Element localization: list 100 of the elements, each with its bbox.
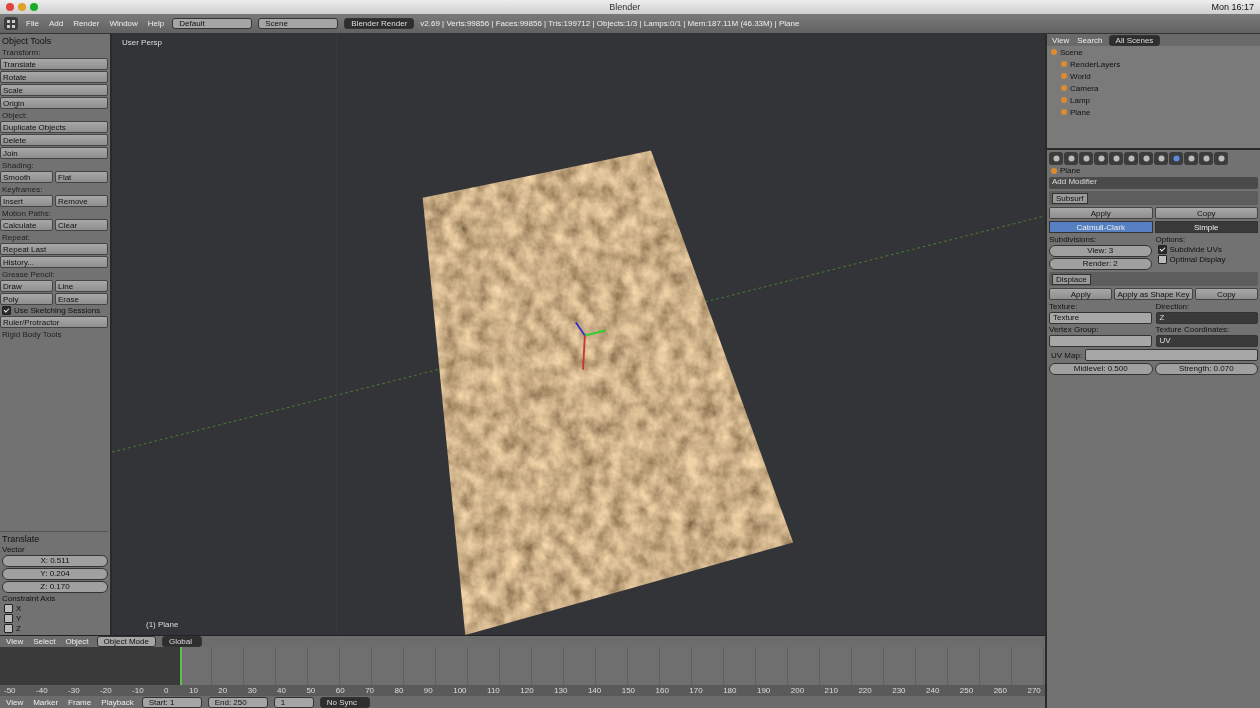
number-field[interactable]: Render: 2	[1049, 258, 1152, 270]
section-label: Repeat:	[1, 233, 32, 242]
tool-button[interactable]: Erase	[55, 293, 108, 305]
tool-button[interactable]: Flat	[55, 171, 108, 183]
subdivision-type-tab[interactable]: Catmull-Clark	[1049, 221, 1153, 233]
panel-title: Object Tools	[1, 36, 53, 46]
field-label: Vertex Group:	[1049, 325, 1100, 334]
section-label: Grease Pencil:	[1, 270, 56, 279]
field-label: Vector	[2, 545, 26, 554]
frame-number: 210	[824, 686, 838, 695]
menu-item[interactable]: File	[24, 19, 41, 28]
menu-item[interactable]: Marker	[31, 697, 61, 707]
frame-number: 160	[655, 686, 669, 695]
menu-item[interactable]: Search	[1075, 35, 1105, 45]
frame-number: 100	[453, 686, 467, 695]
menu-item[interactable]: View	[4, 637, 26, 646]
modifier-name-field[interactable]: Displace	[1052, 273, 1091, 285]
menu-item[interactable]: Add	[46, 19, 66, 28]
frame-number: -10	[132, 686, 144, 695]
frame-number: 20	[218, 686, 228, 695]
tool-button[interactable]: Clear	[55, 219, 108, 231]
operator-title: Translate	[2, 534, 41, 544]
end-frame-field[interactable]: End: 250	[207, 696, 268, 708]
tool-button[interactable]: Repeat Last	[0, 243, 108, 255]
number-field[interactable]: View: 3	[1049, 245, 1152, 257]
start-frame-field[interactable]: Start: 1	[141, 696, 202, 708]
modifier-button[interactable]: Apply as Shape Key	[1114, 288, 1193, 300]
tool-button[interactable]: History...	[0, 256, 108, 268]
tool-button[interactable]: Origin	[0, 97, 108, 109]
menu-item[interactable]: Playback	[99, 697, 136, 707]
frame-number: 120	[520, 686, 534, 695]
number-field[interactable]: X: 0.511	[2, 555, 108, 567]
tool-button[interactable]: Delete	[0, 134, 108, 146]
view-name: User Persp	[122, 38, 162, 47]
tool-button[interactable]: Draw	[0, 280, 53, 292]
tool-button[interactable]: Insert	[0, 195, 53, 207]
number-field[interactable]: Strength: 0.070	[1154, 363, 1258, 375]
frame-number: 70	[365, 686, 375, 695]
outliner-item[interactable]: Camera	[1070, 83, 1099, 93]
layout-dropdown[interactable]: Default	[172, 18, 253, 29]
frame-number: 0	[164, 686, 169, 695]
tool-button[interactable]: Calculate	[0, 219, 53, 231]
copy-button[interactable]: Copy	[1154, 207, 1258, 219]
tool-button[interactable]: Scale	[0, 84, 108, 96]
menu-item[interactable]: Render	[71, 19, 102, 28]
outliner-item[interactable]: Lamp	[1070, 95, 1090, 105]
menu-item[interactable]: Window	[107, 19, 140, 28]
tool-button[interactable]: Translate	[0, 58, 108, 70]
checkbox-label: Z	[16, 624, 21, 633]
menu-item[interactable]: Frame	[66, 697, 94, 707]
sync-dropdown[interactable]: No Sync	[319, 696, 370, 708]
menu-item[interactable]: Object	[63, 637, 91, 646]
current-frame-field[interactable]: 1	[273, 696, 314, 708]
field-label: Subdivisions:	[1049, 235, 1098, 244]
modifier-button[interactable]: Apply	[1049, 288, 1113, 300]
frame-number: 10	[189, 686, 198, 695]
display-mode-dropdown[interactable]: All Scenes	[1108, 34, 1161, 46]
number-field[interactable]: Y: 0.204	[2, 568, 108, 580]
modifier-button[interactable]: Copy	[1194, 288, 1258, 300]
frame-number: 220	[858, 686, 872, 695]
tool-button[interactable]: Line	[55, 280, 108, 292]
menu-item[interactable]: View	[4, 697, 26, 707]
texture-field[interactable]: Texture	[1049, 312, 1152, 324]
object-name: (1) Plane	[146, 620, 179, 629]
coordinates-dropdown[interactable]: UV	[1155, 335, 1258, 347]
tool-button[interactable]: Remove	[55, 195, 108, 207]
render-engine-dropdown[interactable]: Blender Render	[344, 18, 415, 29]
menu-item[interactable]: Select	[31, 637, 58, 646]
outliner-item[interactable]: RenderLayers	[1070, 59, 1121, 69]
menu-item[interactable]: Help	[145, 19, 167, 28]
frame-number: 230	[892, 686, 906, 695]
frame-number: 80	[394, 686, 404, 695]
tool-button[interactable]: Poly	[0, 293, 53, 305]
number-field[interactable]: Z: 0.170	[2, 581, 108, 593]
apply-button[interactable]: Apply	[1049, 207, 1153, 219]
tool-button[interactable]: Smooth	[0, 171, 53, 183]
frame-number: 30	[247, 686, 257, 695]
outliner-item[interactable]: World	[1070, 71, 1091, 81]
field-label: Direction:	[1155, 302, 1191, 311]
number-field[interactable]: Midlevel: 0.500	[1049, 363, 1153, 375]
subdivision-type-tab[interactable]: Simple	[1154, 221, 1258, 233]
tool-button[interactable]: Duplicate Objects	[0, 121, 108, 133]
outliner-item[interactable]: Plane	[1070, 107, 1091, 117]
tool-button[interactable]: Rotate	[0, 71, 108, 83]
menu-item[interactable]: View	[1050, 35, 1072, 45]
checkbox-label: Optimal Display	[1169, 255, 1226, 264]
frame-number: 200	[790, 686, 805, 695]
collapsed-panel-header[interactable]: Rigid Body Tools	[0, 330, 108, 339]
scene-dropdown[interactable]: Scene	[258, 18, 339, 29]
window-title: Blender	[608, 2, 642, 12]
frame-number: 180	[723, 686, 737, 695]
frame-number: 150	[621, 686, 636, 695]
tool-button[interactable]: Ruler/Protractor	[0, 316, 108, 328]
add-modifier-dropdown[interactable]: Add Modifier	[1049, 177, 1258, 189]
tool-button[interactable]: Join	[0, 147, 108, 159]
field-label: Texture Coordinates:	[1155, 325, 1231, 334]
direction-dropdown[interactable]: Z	[1155, 312, 1258, 324]
modifier-name-field[interactable]: Subsurf	[1052, 192, 1088, 204]
checkbox-label: Y	[16, 614, 22, 623]
outliner-item[interactable]: Scene	[1060, 47, 1083, 57]
